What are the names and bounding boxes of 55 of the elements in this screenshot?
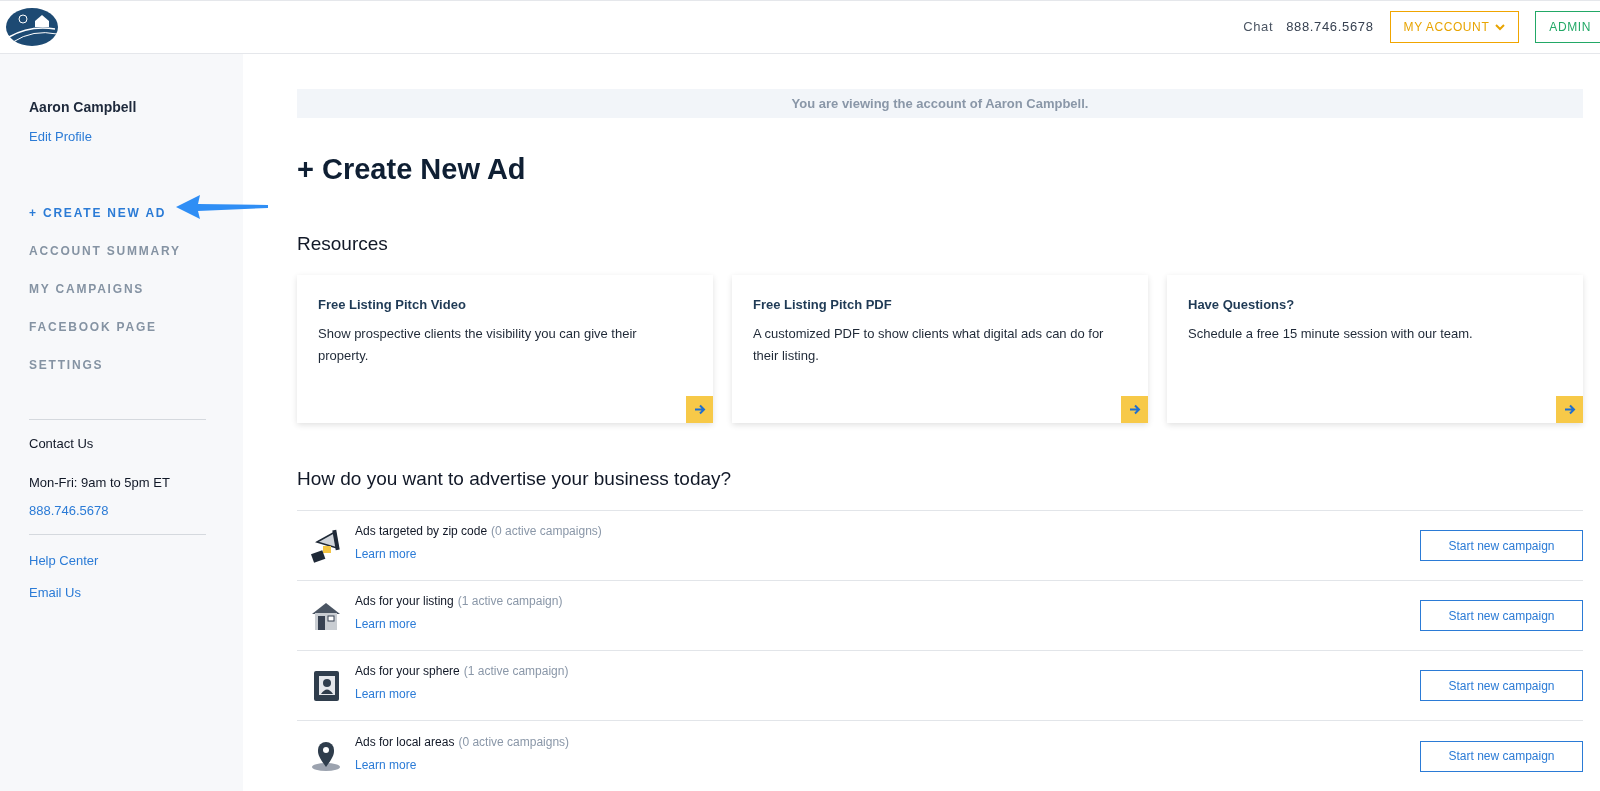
learn-more-link[interactable]: Learn more — [355, 685, 569, 703]
option-title: Ads targeted by zip code — [355, 523, 488, 540]
phone-number: 888.746.5678 — [1286, 18, 1374, 37]
sidebar-link[interactable]: Email Us — [29, 582, 206, 602]
card-text: A customized PDF to show clients what digital ads can do for their listing. — [753, 324, 1105, 365]
resource-card[interactable]: Free Listing Pitch PDF A customized PDF to show clients what digital ads can do for their listing. — [732, 275, 1148, 423]
resource-card[interactable]: Free Listing Pitch Video Show prospective clients the visibility you can give their property. — [297, 275, 713, 423]
campaign-count: (0 active campaigns) — [491, 523, 602, 540]
learn-more-link[interactable]: Learn more — [355, 545, 602, 563]
start-campaign-button[interactable]: Start new campaign — [1420, 600, 1583, 631]
option-title: Ads for your sphere — [355, 663, 460, 680]
chat-link[interactable]: Chat — [1243, 17, 1274, 37]
nav-item[interactable]: SETTINGS — [29, 355, 104, 374]
nav-item[interactable]: MY CAMPAIGNS — [29, 279, 145, 298]
card-title: Free Listing Pitch Video — [318, 296, 467, 314]
nav-item[interactable]: ACCOUNT SUMMARY — [29, 241, 181, 260]
megaphone-icon — [308, 527, 343, 564]
logo-icon — [5, 7, 59, 47]
sidebar-link[interactable]: Help Center — [29, 551, 206, 571]
edit-profile-link[interactable]: Edit Profile — [29, 127, 206, 147]
card-text: Schedule a free 15 minute session with our team. — [1188, 324, 1474, 343]
map-pin-icon — [309, 740, 342, 772]
learn-more-link[interactable]: Learn more — [355, 615, 563, 633]
resource-card[interactable]: Have Questions? Schedule a free 15 minute session with our team. — [1167, 275, 1583, 423]
annotation-arrow-icon — [176, 194, 268, 220]
arrow-right-icon — [1563, 404, 1576, 415]
admin-button[interactable]: ADMIN — [1535, 11, 1600, 43]
start-campaign-button[interactable]: Start new campaign — [1420, 530, 1583, 561]
option-title: Ads for local areas — [355, 733, 455, 751]
arrow-button[interactable] — [1121, 396, 1148, 423]
phone-link[interactable]: 888.746.5678 — [29, 500, 206, 520]
option-title: Ads for your listing — [355, 593, 454, 610]
campaign-count: (1 active campaign) — [463, 663, 569, 680]
start-campaign-button[interactable]: Start new campaign — [1420, 740, 1583, 772]
arrow-right-icon — [693, 404, 706, 415]
user-name: Aaron Campbell — [29, 98, 138, 117]
nav-item[interactable]: FACEBOOK PAGE — [29, 317, 157, 336]
section-title: How do you want to advertise your business today? — [297, 469, 733, 488]
card-title: Free Listing Pitch PDF — [753, 296, 893, 314]
office-hours: Mon-Fri: 9am to 5pm ET — [29, 474, 171, 492]
section-title: Resources — [297, 234, 389, 253]
arrow-button[interactable] — [686, 396, 713, 423]
campaign-count: (0 active campaigns) — [458, 733, 570, 751]
contact-title: Contact Us — [29, 434, 95, 453]
campaign-count: (1 active campaign) — [457, 593, 563, 610]
chevron-down-icon — [1495, 23, 1506, 31]
arrow-button[interactable] — [1556, 396, 1583, 423]
card-title: Have Questions? — [1188, 296, 1296, 314]
learn-more-link[interactable]: Learn more — [355, 755, 570, 774]
arrow-right-icon — [1128, 404, 1141, 415]
page-title: + Create New Ad — [297, 155, 527, 184]
card-text: Show prospective clients the visibility you can give their property. — [318, 324, 638, 365]
start-campaign-button[interactable]: Start new campaign — [1420, 670, 1583, 701]
nav-item[interactable]: + CREATE NEW AD — [29, 203, 167, 222]
info-banner: You are viewing the account of Aaron Campbell. — [297, 89, 1583, 118]
